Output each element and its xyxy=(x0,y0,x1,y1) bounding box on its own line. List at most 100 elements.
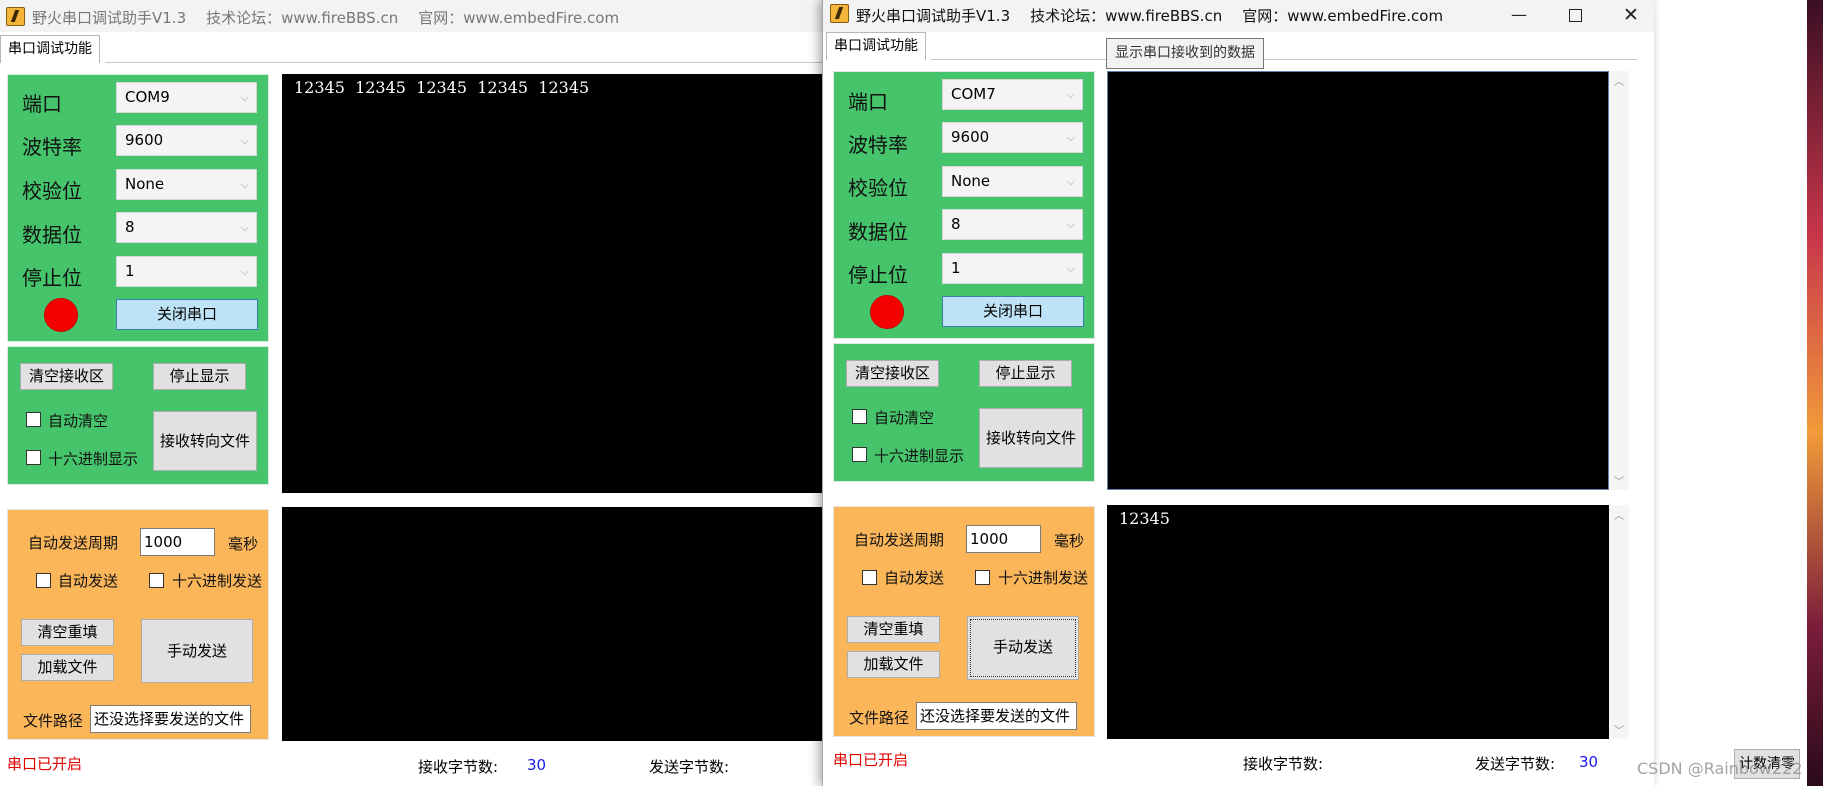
minimize-icon[interactable]: — xyxy=(1493,0,1545,30)
period-input[interactable]: 1000 xyxy=(966,525,1041,553)
scroll-down-icon[interactable]: ﹀ xyxy=(1609,473,1629,488)
stop-display-button[interactable]: 停止显示 xyxy=(979,360,1072,387)
hex-display-checkbox[interactable] xyxy=(852,447,867,462)
tab-divider xyxy=(931,59,1637,60)
chevron-down-icon: ⌵ xyxy=(1066,218,1075,231)
stopbits-value: 1 xyxy=(951,259,961,277)
auto-send-checkbox[interactable] xyxy=(862,570,877,585)
port-open-status: 串口已开启 xyxy=(7,755,83,773)
clear-refill-button[interactable]: 清空重填 xyxy=(847,616,940,643)
databits-value: 8 xyxy=(951,215,961,233)
receive-scrollbar[interactable]: ︿ ﹀ xyxy=(1609,71,1629,490)
databits-select[interactable]: 8 ⌵ xyxy=(116,212,257,243)
auto-send-checkbox[interactable] xyxy=(36,573,51,588)
scroll-down-icon[interactable]: ﹀ xyxy=(1609,722,1629,737)
scroll-up-icon[interactable]: ︿ xyxy=(1609,73,1629,88)
chevron-down-icon: ⌵ xyxy=(240,265,249,278)
stopbits-label: 停止位 xyxy=(22,266,82,290)
databits-label: 数据位 xyxy=(22,223,82,247)
baud-select[interactable]: 9600 ⌵ xyxy=(116,125,257,156)
chevron-down-icon: ⌵ xyxy=(1066,131,1075,144)
send-area[interactable] xyxy=(282,507,832,741)
maximize-icon[interactable] xyxy=(1549,0,1601,30)
file-path-label: 文件路径 xyxy=(23,712,84,730)
scroll-up-icon[interactable]: ︿ xyxy=(1609,507,1629,522)
tab-divider xyxy=(105,62,832,63)
clear-receive-button[interactable]: 清空接收区 xyxy=(846,360,939,387)
port-status-led xyxy=(44,298,78,332)
right-title: 野火串口调试助手V1.3 技术论坛：www.fireBBS.cn 官网：www.em… xyxy=(856,5,1463,26)
period-input[interactable]: 1000 xyxy=(140,528,215,556)
chevron-down-icon: ⌵ xyxy=(1066,262,1075,275)
port-value: COM7 xyxy=(951,85,996,103)
parity-value: None xyxy=(125,175,165,193)
close-port-button[interactable]: 关闭串口 xyxy=(942,296,1084,327)
baud-label: 波特率 xyxy=(848,133,908,157)
tab-serial-debug[interactable]: 串口调试功能 xyxy=(0,35,100,63)
baud-value: 9600 xyxy=(951,128,990,146)
databits-select[interactable]: 8 ⌵ xyxy=(942,209,1083,240)
manual-send-button[interactable]: 手动发送 xyxy=(967,616,1079,680)
load-file-button[interactable]: 加载文件 xyxy=(21,654,114,681)
clear-refill-button[interactable]: 清空重填 xyxy=(21,619,114,646)
auto-send-period-label: 自动发送周期 xyxy=(28,534,119,552)
file-path-label: 文件路径 xyxy=(849,709,910,727)
forum-text: 技术论坛：www.fireBBS.cn xyxy=(1030,7,1223,25)
stopbits-select[interactable]: 1 ⌵ xyxy=(116,256,257,287)
clear-receive-button[interactable]: 清空接收区 xyxy=(20,363,113,390)
stop-display-button[interactable]: 停止显示 xyxy=(153,363,246,390)
receive-to-file-button[interactable]: 接收转向文件 xyxy=(153,411,257,471)
receive-area[interactable]: 12345 12345 12345 12345 12345 xyxy=(282,74,832,493)
app-title: 野火串口调试助手V1.3 xyxy=(32,9,187,27)
auto-send-label: 自动发送 xyxy=(58,572,119,590)
desktop-wallpaper-edge xyxy=(1807,0,1823,786)
port-label: 端口 xyxy=(848,90,888,114)
port-select[interactable]: COM7 ⌵ xyxy=(942,79,1083,110)
port-select[interactable]: COM9 ⌵ xyxy=(116,82,257,113)
hex-display-checkbox[interactable] xyxy=(26,450,41,465)
auto-clear-checkbox[interactable] xyxy=(26,412,41,427)
file-path-input[interactable]: 还没选择要发送的文件 xyxy=(916,702,1077,730)
baud-select[interactable]: 9600 ⌵ xyxy=(942,122,1083,153)
hex-send-label: 十六进制发送 xyxy=(998,569,1089,587)
ms-label: 毫秒 xyxy=(1054,532,1085,550)
chevron-down-icon: ⌵ xyxy=(1066,175,1075,188)
auto-send-period-label: 自动发送周期 xyxy=(854,531,945,549)
port-status-led xyxy=(870,295,904,329)
chevron-down-icon: ⌵ xyxy=(240,91,249,104)
receive-area[interactable] xyxy=(1107,71,1609,490)
hex-send-checkbox[interactable] xyxy=(975,570,990,585)
right-title-bar: 野火串口调试助手V1.3 技术论坛：www.fireBBS.cn 官网：www.em… xyxy=(823,0,1654,32)
app-lightning-icon xyxy=(830,4,849,23)
tab-serial-debug[interactable]: 串口调试功能 xyxy=(826,32,926,60)
parity-label: 校验位 xyxy=(848,176,908,200)
send-area[interactable]: 12345 xyxy=(1107,505,1609,739)
port-value: COM9 xyxy=(125,88,170,106)
baud-value: 9600 xyxy=(125,131,164,149)
left-title-bar: 野火串口调试助手V1.3 技术论坛：www.fireBBS.cn 官网：www.em… xyxy=(0,0,832,32)
baud-label: 波特率 xyxy=(22,135,82,159)
manual-send-button[interactable]: 手动发送 xyxy=(141,619,253,683)
databits-value: 8 xyxy=(125,218,135,236)
load-file-button[interactable]: 加载文件 xyxy=(847,651,940,678)
parity-select[interactable]: None ⌵ xyxy=(116,169,257,200)
receive-to-file-button[interactable]: 接收转向文件 xyxy=(979,408,1083,468)
file-path-input[interactable]: 还没选择要发送的文件 xyxy=(90,705,251,733)
close-port-button[interactable]: 关闭串口 xyxy=(116,299,258,330)
send-scrollbar[interactable]: ︿ ﹀ xyxy=(1609,505,1629,739)
hex-display-label: 十六进制显示 xyxy=(874,447,965,465)
stopbits-select[interactable]: 1 ⌵ xyxy=(942,253,1083,284)
rx-count-value: 30 xyxy=(527,756,547,774)
parity-label: 校验位 xyxy=(22,179,82,203)
parity-select[interactable]: None ⌵ xyxy=(942,166,1083,197)
auto-clear-checkbox[interactable] xyxy=(852,409,867,424)
hex-send-checkbox[interactable] xyxy=(149,573,164,588)
close-icon[interactable]: ✕ xyxy=(1605,0,1657,30)
right-serial-window: 野火串口调试助手V1.3 技术论坛：www.fireBBS.cn 官网：www.em… xyxy=(822,0,1800,786)
csdn-watermark: CSDN @Rainbow222 xyxy=(1637,759,1803,778)
left-serial-window: 野火串口调试助手V1.3 技术论坛：www.fireBBS.cn 官网：www.em… xyxy=(0,0,832,786)
chevron-down-icon: ⌵ xyxy=(1066,88,1075,101)
chevron-down-icon: ⌵ xyxy=(240,134,249,147)
app-lightning-icon xyxy=(6,7,25,26)
stopbits-label: 停止位 xyxy=(848,263,908,287)
